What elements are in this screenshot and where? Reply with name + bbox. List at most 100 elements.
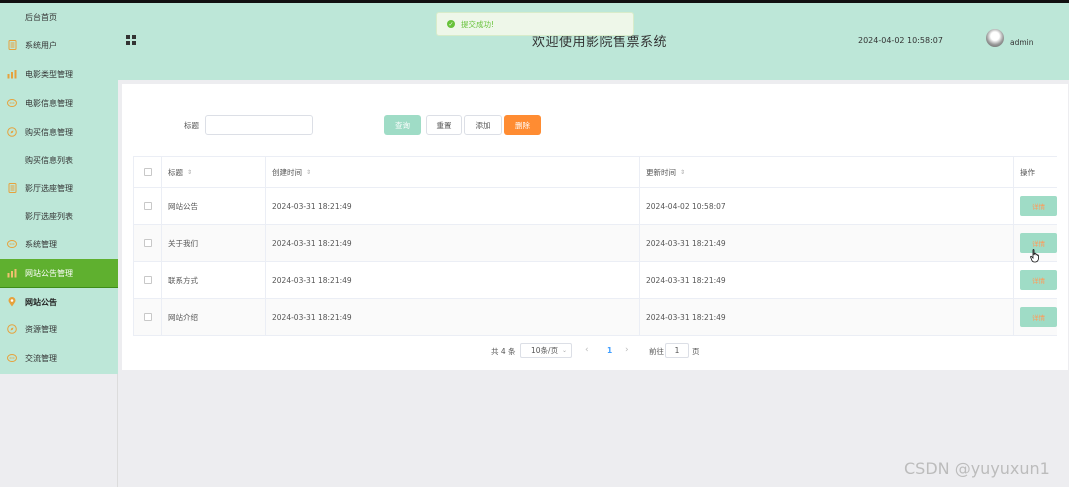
row-select-cell [133, 299, 162, 335]
add-button[interactable]: 添加 [464, 115, 502, 135]
header-actions-label: 操作 [1020, 167, 1035, 177]
check-circle-icon: ✓ [447, 20, 455, 28]
hand-cursor-icon [1030, 249, 1040, 263]
notice-table: 标题 ⇕ 创建时间 ⇕ 更新时间 ⇕ 操作 网站公告 2024-03-31 18… [133, 156, 1057, 336]
cell-created: 2024-03-31 18:21:49 [266, 188, 640, 224]
sidebar-item-hall-seat[interactable]: 影厅选座管理 [0, 174, 118, 202]
sidebar-item-notice[interactable]: 网站公告 [0, 288, 118, 316]
sidebar-item-hall-seat-list[interactable]: 影厅选座列表 [0, 202, 118, 230]
reset-button[interactable]: 重置 [426, 115, 462, 135]
sidebar-item-home[interactable]: 后台首页 [0, 3, 118, 31]
pagination-total: 共 4 条 [491, 347, 516, 356]
sidebar-item-label: 后台首页 [25, 12, 57, 22]
detail-button[interactable]: 详情 [1020, 270, 1057, 290]
sidebar-item-label: 系统管理 [25, 239, 57, 249]
page-number-current[interactable]: 1 [607, 346, 612, 355]
table-row: 网站公告 2024-03-31 18:21:49 2024-04-02 10:5… [133, 188, 1057, 225]
header-created[interactable]: 创建时间 ⇕ [266, 157, 640, 187]
main-content: 标题 查询 重置 添加 删除 标题 ⇕ 创建时间 ⇕ 更新时间 ⇕ 操作 网站公… [122, 84, 1068, 370]
cell-title: 关于我们 [162, 225, 266, 261]
sidebar-item-system-admin[interactable]: 系统管理 [0, 230, 118, 258]
sort-icon[interactable]: ⇕ [680, 169, 685, 176]
header-updated-label: 更新时间 [646, 167, 676, 177]
next-page-icon[interactable]: › [625, 345, 629, 355]
cell-actions: 详情 [1014, 262, 1057, 298]
sidebar-item-label: 系统用户 [25, 40, 57, 50]
sidebar-item-movie-info[interactable]: 电影信息管理 [0, 89, 118, 117]
sidebar-item-label: 交流管理 [25, 353, 57, 363]
sidebar-item-purchase-list[interactable]: 购买信息列表 [0, 146, 118, 174]
chart-icon [7, 69, 17, 79]
row-select-cell [133, 225, 162, 261]
cell-created: 2024-03-31 18:21:49 [266, 299, 640, 335]
sidebar-item-label: 电影类型管理 [25, 69, 73, 79]
sidebar-item-movie-types[interactable]: 电影类型管理 [0, 60, 118, 88]
chart-icon [7, 268, 17, 278]
table-row: 关于我们 2024-03-31 18:21:49 2024-03-31 18:2… [133, 225, 1057, 262]
detail-button[interactable]: 详情 [1020, 196, 1057, 216]
cell-created: 2024-03-31 18:21:49 [266, 225, 640, 261]
cell-updated: 2024-04-02 10:58:07 [640, 188, 1014, 224]
title-filter-input[interactable] [205, 115, 313, 135]
success-toast: ✓ 提交成功! [436, 12, 634, 36]
sidebar-item-notice-admin[interactable]: 网站公告管理 [0, 259, 118, 288]
sidebar-item-purchase-info[interactable]: 购买信息管理 [0, 118, 118, 146]
cell-updated: 2024-03-31 18:21:49 [640, 299, 1014, 335]
header-updated[interactable]: 更新时间 ⇕ [640, 157, 1014, 187]
sidebar-item-label: 影厅选座管理 [25, 183, 73, 193]
sidebar-item-label: 购买信息管理 [25, 127, 73, 137]
doc-icon [7, 183, 17, 193]
sidebar-item-label: 影厅选座列表 [25, 211, 73, 221]
row-checkbox[interactable] [143, 313, 152, 321]
prev-page-icon[interactable]: ‹ [585, 345, 589, 355]
username[interactable]: admin [1010, 38, 1034, 47]
page-size-select[interactable]: 10条/页 ⌄ [520, 343, 572, 358]
select-all-cell [133, 157, 162, 187]
cell-updated: 2024-03-31 18:21:49 [640, 225, 1014, 261]
sidebar-item-resources[interactable]: 资源管理 [0, 315, 118, 343]
detail-button[interactable]: 详情 [1020, 307, 1057, 327]
toast-message: 提交成功! [461, 19, 495, 29]
goto-page-input[interactable]: 1 [665, 343, 689, 358]
delete-button[interactable]: 删除 [504, 115, 541, 135]
page-unit-label: 页 [692, 347, 700, 356]
sidebar-item-label: 电影信息管理 [25, 98, 73, 108]
doc-icon [7, 40, 17, 50]
header-actions: 操作 [1014, 157, 1057, 187]
header-created-label: 创建时间 [272, 167, 302, 177]
title-filter-label: 标题 [184, 121, 199, 130]
cell-title: 网站公告 [162, 188, 266, 224]
row-checkbox[interactable] [143, 239, 152, 247]
sidebar-item-exchange[interactable]: 交流管理 [0, 344, 118, 372]
pagination: 共 4 条 10条/页 ⌄ ‹ 1 › 前往 1 页 [122, 343, 1068, 359]
avatar[interactable] [986, 29, 1004, 47]
sort-icon[interactable]: ⇕ [187, 169, 192, 176]
cell-actions: 详情 [1014, 188, 1057, 224]
sidebar: 后台首页 系统用户 电影类型管理 电影信息管理 购买信息管理 购买信息列表 影厅… [0, 3, 118, 374]
compass-icon [7, 127, 17, 137]
sidebar-item-system-users[interactable]: 系统用户 [0, 31, 118, 59]
chat-icon [7, 239, 17, 249]
table-header-row: 标题 ⇕ 创建时间 ⇕ 更新时间 ⇕ 操作 [133, 157, 1057, 188]
row-checkbox[interactable] [143, 276, 152, 284]
window-top-bar [0, 0, 1069, 3]
current-datetime: 2024-04-02 10:58:07 [858, 36, 943, 45]
row-checkbox[interactable] [143, 202, 152, 210]
compass-icon [7, 324, 17, 334]
cell-created: 2024-03-31 18:21:49 [266, 262, 640, 298]
chevron-down-icon: ⌄ [561, 347, 567, 354]
sort-icon[interactable]: ⇕ [306, 169, 311, 176]
sidebar-item-label: 购买信息列表 [25, 155, 73, 165]
table-row: 联系方式 2024-03-31 18:21:49 2024-03-31 18:2… [133, 262, 1057, 299]
row-select-cell [133, 188, 162, 224]
goto-label: 前往 [649, 347, 664, 356]
sidebar-item-label: 资源管理 [25, 324, 57, 334]
row-select-cell [133, 262, 162, 298]
sidebar-item-label: 网站公告 [25, 297, 57, 307]
select-all-checkbox[interactable] [143, 168, 152, 176]
header-title[interactable]: 标题 ⇕ [162, 157, 266, 187]
query-button[interactable]: 查询 [384, 115, 421, 135]
table-row: 网站介绍 2024-03-31 18:21:49 2024-03-31 18:2… [133, 299, 1057, 336]
menu-grid-icon[interactable] [126, 35, 136, 45]
cell-updated: 2024-03-31 18:21:49 [640, 262, 1014, 298]
